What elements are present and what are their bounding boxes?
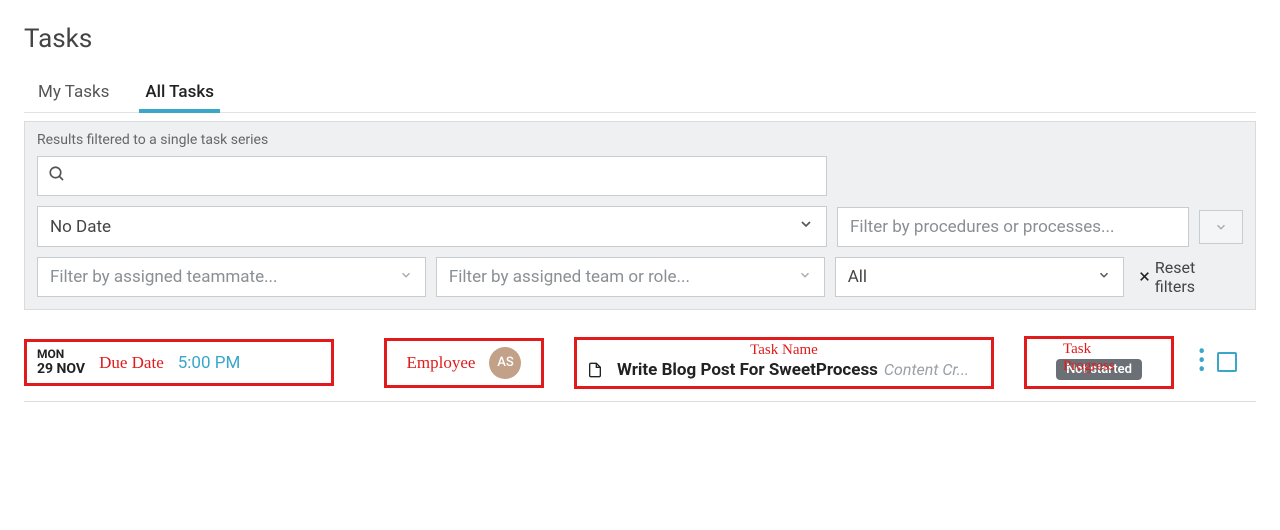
search-input-wrapper[interactable]: [37, 156, 827, 196]
due-date-block: MON 29 NOV: [37, 348, 85, 377]
annotation-task-name: Task Name Write Blog Post For SweetProce…: [574, 337, 994, 389]
team-filter-placeholder: Filter by assigned team or role...: [449, 267, 690, 287]
reset-filters-label: Reset filters: [1155, 258, 1239, 296]
annotation-due-date-label: Due Date: [99, 353, 164, 373]
status-filter-value: All: [848, 267, 867, 287]
date-filter-value: No Date: [50, 217, 111, 237]
assignee-avatar[interactable]: AS: [489, 347, 521, 379]
more-options-button[interactable]: •••: [1198, 349, 1205, 375]
procedure-filter-chevron[interactable]: [1199, 210, 1243, 244]
chevron-down-icon: [798, 216, 814, 237]
procedure-filter[interactable]: Filter by procedures or processes...: [837, 207, 1189, 247]
close-icon: [1138, 268, 1151, 287]
tabs: My Tasks All Tasks: [24, 74, 1256, 113]
task-actions: •••: [1198, 349, 1237, 375]
chevron-down-icon: [798, 267, 812, 287]
select-checkbox[interactable]: [1217, 352, 1237, 372]
annotation-employee-label: Employee: [407, 353, 476, 373]
annotation-task-progress: Task Progress Not started: [1024, 336, 1174, 389]
reset-filters-button[interactable]: Reset filters: [1134, 258, 1243, 296]
due-time: 5:00 PM: [178, 353, 241, 373]
annotation-employee: Employee AS: [384, 338, 544, 388]
due-date: 29 NOV: [37, 361, 85, 377]
chevron-down-icon: [399, 267, 413, 287]
procedure-filter-placeholder: Filter by procedures or processes...: [850, 217, 1114, 237]
teammate-filter[interactable]: Filter by assigned teammate...: [37, 257, 426, 297]
document-icon: [587, 361, 603, 379]
status-filter[interactable]: All: [835, 257, 1124, 297]
annotation-task-progress-label: Task Progress: [1063, 341, 1135, 375]
date-filter[interactable]: No Date: [37, 206, 827, 247]
teammate-filter-placeholder: Filter by assigned teammate...: [50, 267, 278, 287]
chevron-down-icon: [1097, 267, 1111, 287]
task-name[interactable]: Write Blog Post For SweetProcess: [617, 360, 878, 380]
filter-panel: Results filtered to a single task series…: [24, 121, 1256, 310]
task-category: Content Cr...: [884, 360, 969, 379]
due-day: MON: [37, 348, 85, 361]
annotation-task-name-label: Task Name: [750, 342, 818, 359]
page-title: Tasks: [24, 24, 1256, 54]
task-row: MON 29 NOV Due Date 5:00 PM Employee AS …: [24, 324, 1256, 402]
search-icon: [48, 165, 66, 187]
annotation-due-date: MON 29 NOV Due Date 5:00 PM: [24, 339, 334, 386]
tab-my-tasks[interactable]: My Tasks: [36, 74, 111, 112]
search-input[interactable]: [74, 166, 816, 186]
tab-all-tasks[interactable]: All Tasks: [143, 74, 216, 112]
filter-note: Results filtered to a single task series: [37, 132, 1243, 148]
team-filter[interactable]: Filter by assigned team or role...: [436, 257, 825, 297]
